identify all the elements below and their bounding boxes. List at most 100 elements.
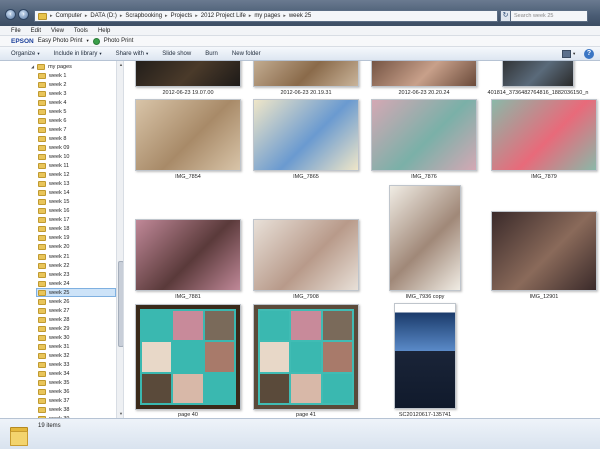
menu-tools[interactable]: Tools [74, 28, 88, 34]
sidebar-item-week-35[interactable]: week 35 [38, 379, 70, 388]
thumbnail-image[interactable] [135, 99, 241, 171]
sidebar-item-week-26[interactable]: week 26 [38, 297, 70, 306]
sidebar-item-week-37[interactable]: week 37 [38, 397, 70, 406]
sidebar-item-week-6[interactable]: week 6 [38, 116, 66, 125]
sidebar-item-week-20[interactable]: week 20 [38, 243, 70, 252]
thumbnail-image[interactable] [371, 61, 477, 87]
new-folder-button[interactable]: New folder [232, 51, 261, 57]
address-bar[interactable]: ▸ Computer ▸ DATA (D:) ▸ Scrapbooking ▸ … [34, 10, 498, 22]
folder-icon [38, 244, 46, 251]
sidebar-item-week-15[interactable]: week 15 [38, 198, 70, 207]
sidebar-item-week-23[interactable]: week 23 [38, 270, 70, 279]
menu-view[interactable]: View [51, 28, 64, 34]
breadcrumb-project-life[interactable]: 2012 Project Life [201, 13, 246, 19]
sidebar-item-week-13[interactable]: week 13 [38, 180, 70, 189]
thumbnail-image[interactable] [253, 219, 359, 291]
sidebar-item-week-2[interactable]: week 2 [38, 80, 66, 89]
folder-icon [38, 398, 46, 405]
chevron-down-icon[interactable]: ▾ [573, 51, 575, 57]
scroll-up-icon[interactable]: ▲ [118, 62, 123, 67]
sidebar-item-week-09[interactable]: week 09 [38, 143, 70, 152]
help-icon[interactable]: ? [584, 49, 594, 59]
photo-print-button[interactable]: Photo Print [104, 38, 134, 44]
sidebar-item-week-30[interactable]: week 30 [38, 333, 70, 342]
sidebar-item-week-7[interactable]: week 7 [38, 125, 66, 134]
thumbnail-image[interactable] [389, 185, 461, 291]
thumbnail-image[interactable] [394, 303, 456, 409]
sidebar-item-week-3[interactable]: week 3 [38, 89, 66, 98]
sidebar-item-week-33[interactable]: week 33 [38, 361, 70, 370]
breadcrumb-projects[interactable]: Projects [171, 13, 193, 19]
sidebar-item-label: week 17 [49, 217, 70, 224]
breadcrumb-scrapbooking[interactable]: Scrapbooking [125, 13, 162, 19]
sidebar-item-label: week 33 [49, 362, 70, 369]
tree-item-my-pages[interactable]: ◢ my pages [31, 62, 72, 71]
organize-button[interactable]: Organize ▾ [11, 51, 40, 57]
sidebar-item-week-31[interactable]: week 31 [38, 343, 70, 352]
thumbnail-image[interactable] [371, 99, 477, 171]
sidebar-item-week-36[interactable]: week 36 [38, 388, 70, 397]
sidebar-item-week-1[interactable]: week 1 [38, 71, 66, 80]
thumbnail-image[interactable] [135, 61, 241, 87]
share-with-button[interactable]: Share with ▾ [116, 51, 149, 57]
menu-file[interactable]: File [11, 28, 21, 34]
menu-help[interactable]: Help [98, 28, 110, 34]
breadcrumb-data-drive[interactable]: DATA (D:) [90, 13, 116, 19]
breadcrumb-my-pages[interactable]: my pages [254, 13, 280, 19]
sidebar-item-week-22[interactable]: week 22 [38, 261, 70, 270]
sidebar-item-week-11[interactable]: week 11 [38, 162, 69, 171]
expanded-arrow-icon[interactable]: ◢ [31, 64, 34, 69]
sidebar-item-week-17[interactable]: week 17 [38, 216, 70, 225]
sidebar-item-week-4[interactable]: week 4 [38, 98, 66, 107]
sidebar-item-week-25[interactable]: week 25 [36, 288, 116, 298]
thumbnail-image[interactable] [135, 304, 241, 410]
easy-photo-print-button[interactable]: Easy Photo Print [38, 38, 83, 44]
scrollbar-thumb[interactable] [118, 261, 123, 347]
slide-show-button[interactable]: Slide show [162, 51, 191, 57]
sidebar-item-week-14[interactable]: week 14 [38, 189, 70, 198]
sidebar-item-week-8[interactable]: week 8 [38, 134, 66, 143]
chevron-down-icon[interactable]: ▾ [86, 38, 88, 44]
forward-icon[interactable]: › [18, 9, 29, 20]
burn-button[interactable]: Burn [205, 51, 218, 57]
sidebar-item-week-27[interactable]: week 27 [38, 306, 70, 315]
sidebar-item-label: week 12 [49, 172, 70, 179]
thumbnail-image[interactable] [502, 61, 574, 87]
sidebar-item-week-16[interactable]: week 16 [38, 207, 70, 216]
sidebar-item-week-18[interactable]: week 18 [38, 225, 70, 234]
thumbnail-image[interactable] [135, 219, 241, 291]
scroll-down-icon[interactable]: ▼ [118, 411, 123, 416]
sidebar-item-week-24[interactable]: week 24 [38, 279, 70, 288]
thumbnail-image[interactable] [253, 99, 359, 171]
thumbnail-image[interactable] [491, 99, 597, 171]
back-icon[interactable]: ‹ [5, 9, 16, 20]
file-name: IMG_7908 [293, 294, 319, 300]
menu-edit[interactable]: Edit [31, 28, 41, 34]
sidebar-item-week-12[interactable]: week 12 [38, 171, 70, 180]
thumbnail-image[interactable] [253, 61, 359, 87]
sidebar-item-week-21[interactable]: week 21 [38, 252, 70, 261]
sidebar-item-week-19[interactable]: week 19 [38, 234, 70, 243]
folder-icon [38, 199, 46, 206]
thumbnail-image[interactable] [491, 211, 597, 291]
folder-icon [38, 12, 47, 20]
sidebar-item-week-34[interactable]: week 34 [38, 370, 70, 379]
sidebar-item-week-29[interactable]: week 29 [38, 324, 70, 333]
sidebar-item-week-10[interactable]: week 10 [38, 152, 70, 161]
sidebar-item-label: week 10 [49, 153, 70, 160]
folder-icon [38, 307, 46, 314]
sidebar-item-week-32[interactable]: week 32 [38, 352, 70, 361]
sidebar-item-week-38[interactable]: week 38 [38, 406, 70, 415]
sidebar-item-week-28[interactable]: week 28 [38, 315, 70, 324]
breadcrumb-computer[interactable]: Computer [56, 13, 82, 19]
file-name: 2012-06-23 19.07.00 [162, 90, 214, 96]
sidebar-item-label: week 15 [49, 199, 70, 206]
thumbnail-image[interactable] [253, 304, 359, 410]
breadcrumb-week-25[interactable]: week 25 [289, 13, 311, 19]
include-in-library-button[interactable]: Include in library ▾ [54, 51, 102, 57]
sidebar-scrollbar[interactable]: ▲ ▼ [116, 61, 123, 418]
change-view-icon[interactable] [562, 50, 571, 58]
search-input[interactable]: Search week 25 [510, 10, 588, 22]
sidebar-item-week-5[interactable]: week 5 [38, 107, 66, 116]
sidebar-item-label: week 36 [49, 389, 70, 396]
